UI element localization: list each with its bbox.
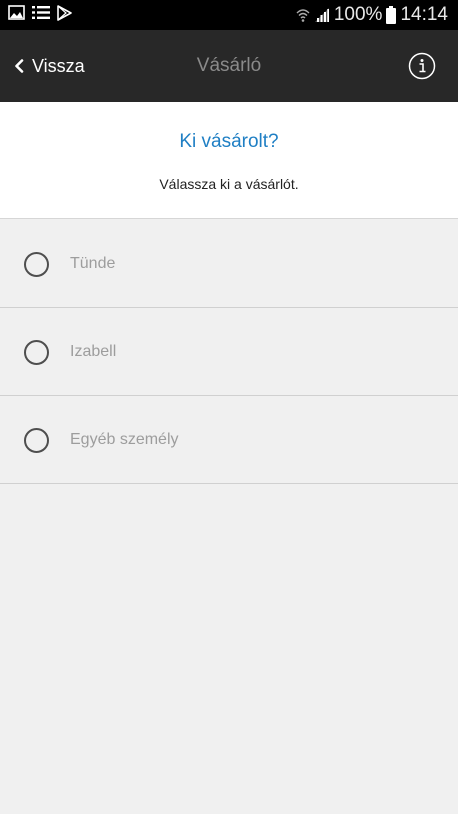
option-label: Izabell: [70, 343, 117, 360]
status-system: 100% 14:14: [296, 0, 448, 30]
play-store-icon: [57, 4, 72, 26]
question-header: Ki vásárolt? Válassza ki a vásárlót.: [0, 102, 458, 219]
info-icon: [408, 52, 436, 84]
option-tunde[interactable]: Tünde: [0, 220, 458, 308]
chevron-left-icon: [14, 59, 24, 73]
status-bar: 100% 14:14: [0, 0, 458, 30]
buyer-options-list: Tünde Izabell Egyéb személy: [0, 220, 458, 484]
image-icon: [8, 5, 25, 25]
option-label: Tünde: [70, 255, 116, 272]
status-notifications: [8, 4, 72, 26]
list-icon: [32, 5, 50, 25]
battery-icon: [386, 6, 397, 24]
radio-button[interactable]: [24, 340, 49, 365]
option-other-person[interactable]: Egyéb személy: [0, 396, 458, 484]
clock: 14:14: [400, 4, 448, 25]
radio-button[interactable]: [24, 252, 49, 277]
wifi-icon: [296, 7, 310, 23]
option-izabell[interactable]: Izabell: [0, 308, 458, 396]
info-button[interactable]: [408, 52, 436, 80]
back-button[interactable]: Vissza: [14, 30, 85, 102]
instruction-text: Válassza ki a vásárlót.: [159, 176, 299, 192]
radio-button[interactable]: [24, 428, 49, 453]
battery-percent: 100%: [333, 4, 383, 25]
question-title: Ki vásárolt?: [179, 131, 279, 152]
option-label: Egyéb személy: [70, 431, 179, 448]
signal-icon: [314, 7, 330, 23]
app-bar: Vissza Vásárló: [0, 30, 458, 102]
back-label: Vissza: [32, 55, 85, 76]
